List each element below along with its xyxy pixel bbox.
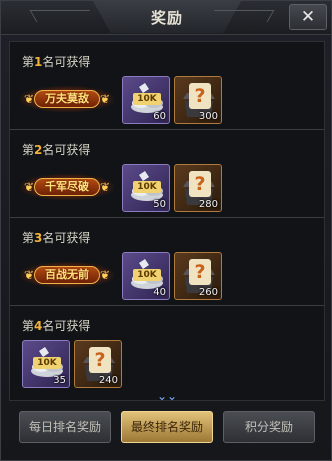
silver-reward-slot[interactable]: 10K 40 <box>122 252 170 300</box>
item-count: 260 <box>198 287 218 298</box>
question-mark-icon: ? <box>189 83 211 109</box>
tab-daily-ranking-rewards[interactable]: 每日排名奖励 <box>19 411 111 443</box>
tab-final-ranking-rewards[interactable]: 最终排名奖励 <box>121 411 213 443</box>
title-reward-badge[interactable]: ❦ ❦ 千军尽破 <box>20 168 114 206</box>
rank-section-3: 第3名可获得 ❦ ❦ 百战无前 10K 40 ? 260 <box>10 218 324 306</box>
tab-points-rewards[interactable]: 积分奖励 <box>223 411 315 443</box>
silver-amount-badge: 10K <box>133 269 161 281</box>
reward-tab-bar: 每日排名奖励 最终排名奖励 积分奖励 <box>1 405 331 461</box>
wing-right-icon: ❦ <box>99 180 111 194</box>
reward-window: 奖励 ✕ 第1名可获得 ❦ ❦ 万夫莫敌 10K 60 ? 300 第2名可获得… <box>0 0 332 461</box>
mystery-reward-slot[interactable]: ? 280 <box>174 164 222 212</box>
item-count: 35 <box>53 375 66 386</box>
mystery-reward-slot[interactable]: ? 260 <box>174 252 222 300</box>
close-icon: ✕ <box>300 7 316 27</box>
question-mark-icon: ? <box>189 259 211 285</box>
rank-label: 第4名可获得 <box>22 319 91 333</box>
reward-list[interactable]: 第1名可获得 ❦ ❦ 万夫莫敌 10K 60 ? 300 第2名可获得 ❦ ❦ … <box>9 41 325 401</box>
mystery-reward-slot[interactable]: ? 300 <box>174 76 222 124</box>
item-count: 40 <box>153 287 166 298</box>
silver-amount-badge: 10K <box>133 93 161 105</box>
title-ornament-left <box>29 10 97 22</box>
item-count: 60 <box>153 111 166 122</box>
silver-reward-slot[interactable]: 10K 60 <box>122 76 170 124</box>
scroll-down-icon[interactable]: ⌄⌄ <box>156 389 178 403</box>
rank-label: 第1名可获得 <box>22 55 91 69</box>
item-count: 300 <box>198 111 218 122</box>
mystery-reward-slot[interactable]: ? 240 <box>74 340 122 388</box>
title-badge-text: 万夫莫敌 <box>45 92 89 105</box>
wing-right-icon: ❦ <box>99 268 111 282</box>
item-count: 280 <box>198 199 218 210</box>
silver-amount-badge: 10K <box>33 357 61 369</box>
title-badge-text: 百战无前 <box>45 268 89 281</box>
rank-label: 第2名可获得 <box>22 143 91 157</box>
silver-amount-badge: 10K <box>133 181 161 193</box>
title-badge-text: 千军尽破 <box>45 180 89 193</box>
rank-label: 第3名可获得 <box>22 231 91 245</box>
rank-section-2: 第2名可获得 ❦ ❦ 千军尽破 10K 50 ? 280 <box>10 130 324 218</box>
wing-right-icon: ❦ <box>99 92 111 106</box>
close-button[interactable]: ✕ <box>289 4 327 30</box>
question-mark-icon: ? <box>189 171 211 197</box>
title-bar: 奖励 ✕ <box>1 1 331 35</box>
rank-section-1: 第1名可获得 ❦ ❦ 万夫莫敌 10K 60 ? 300 <box>10 42 324 130</box>
title-reward-badge[interactable]: ❦ ❦ 百战无前 <box>20 256 114 294</box>
title-reward-badge[interactable]: ❦ ❦ 万夫莫敌 <box>20 80 114 118</box>
silver-reward-slot[interactable]: 10K 35 <box>22 340 70 388</box>
rank-section-4: 第4名可获得 10K 35 ? 240 <box>10 306 324 394</box>
silver-reward-slot[interactable]: 10K 50 <box>122 164 170 212</box>
question-mark-icon: ? <box>89 347 111 373</box>
window-title: 奖励 <box>150 9 183 27</box>
item-count: 240 <box>98 375 118 386</box>
item-count: 50 <box>153 199 166 210</box>
